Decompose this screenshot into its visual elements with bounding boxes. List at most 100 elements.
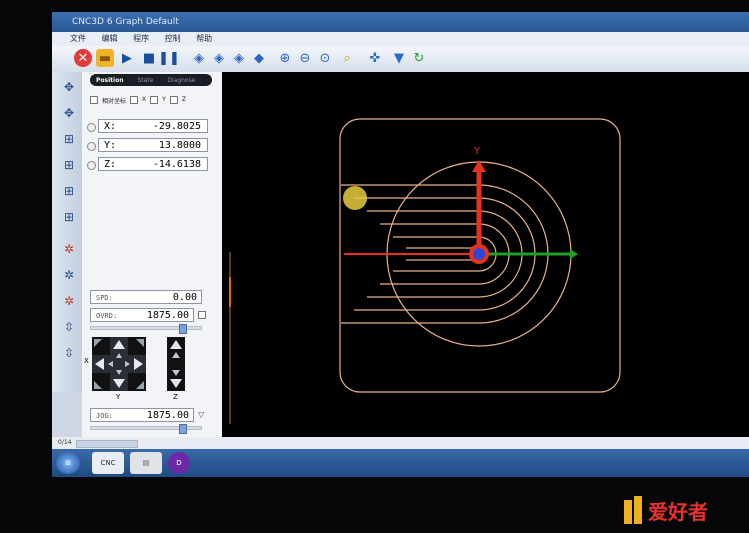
status-bar: 0/14 <box>52 437 749 449</box>
menu-bar: 文件 编辑 程序 控制 帮助 <box>52 32 749 46</box>
menu-help[interactable]: 帮助 <box>196 34 212 43</box>
ovrd-slider[interactable] <box>90 324 202 334</box>
goto-zero-icon[interactable]: ✲ <box>60 240 78 258</box>
view-iso-icon[interactable]: ◆ <box>250 49 268 67</box>
home-xy-icon[interactable]: ✥ <box>60 104 78 122</box>
zero-y-icon[interactable]: ⊞ <box>60 156 78 174</box>
z-check-label: Z <box>181 96 186 103</box>
x-coordinate-field[interactable]: X: -29.8025 <box>98 119 208 133</box>
axis-checkboxes: 相对坐标 X Y Z <box>90 96 186 105</box>
window-titlebar[interactable]: CNC3D 6 Graph Default <box>52 12 749 32</box>
jog-x-label: X <box>84 357 89 365</box>
spd-label: SPD: <box>96 294 113 302</box>
z-checkbox[interactable] <box>169 96 178 104</box>
z-label: Z: <box>104 159 117 170</box>
y-axis-label: Y <box>473 146 481 157</box>
zero-x-icon[interactable]: ⊞ <box>60 130 78 148</box>
pause-icon[interactable]: ❚❚ <box>158 49 180 67</box>
stop-square-icon[interactable]: ■ <box>140 49 158 67</box>
jog-slider[interactable] <box>90 424 202 434</box>
panel-tabs: Position State Diagnose <box>90 74 212 86</box>
zoom-fit-icon[interactable]: ⊙ <box>316 49 334 67</box>
stop-icon[interactable]: ✕ <box>74 49 92 67</box>
tab-diagnose[interactable]: Diagnose <box>167 77 195 84</box>
media-taskbar-icon[interactable]: D <box>168 452 190 474</box>
goto-z-icon[interactable]: ✲ <box>60 292 78 310</box>
jog-dropdown-icon[interactable]: ▽ <box>198 410 204 419</box>
tab-position[interactable]: Position <box>96 77 123 84</box>
tool-position-icon <box>473 248 485 260</box>
probe-z-icon[interactable]: ⇳ <box>60 344 78 362</box>
view-side-icon[interactable]: ◈ <box>230 49 248 67</box>
spd-value: 0.00 <box>172 292 197 303</box>
zoom-in-icon[interactable]: ⊕ <box>276 49 294 67</box>
y-radio[interactable] <box>87 142 96 151</box>
x-label: X: <box>104 121 117 132</box>
status-left: 0/14 <box>58 439 72 446</box>
relative-checkbox[interactable] <box>90 96 98 104</box>
toolpath-canvas[interactable]: Y <box>222 72 749 437</box>
zoom-out-icon[interactable]: ⊖ <box>296 49 314 67</box>
ovrd-label: OVRD: <box>96 312 118 320</box>
x-radio[interactable] <box>87 123 96 132</box>
x-checkbox[interactable] <box>130 96 139 104</box>
watermark-logo: 爱好者 <box>624 496 708 524</box>
x-value: -29.8025 <box>152 121 201 132</box>
watermark-text: 爱好者 <box>648 500 708 524</box>
xy-jog-pad[interactable] <box>92 337 146 391</box>
zoom-window-icon[interactable]: ⌕ <box>338 49 356 67</box>
toolpath-view: Y <box>229 118 621 424</box>
y-label: Y: <box>104 140 117 151</box>
jog-slider-thumb[interactable] <box>179 424 187 434</box>
spd-field[interactable]: SPD: 0.00 <box>90 290 202 304</box>
probe-icon[interactable]: ✜ <box>366 49 384 67</box>
zero-z-icon[interactable]: ⊞ <box>60 182 78 200</box>
z-radio[interactable] <box>87 161 96 170</box>
jog-label: JOG: <box>96 412 113 420</box>
view-top-icon[interactable]: ◈ <box>190 49 208 67</box>
ovrd-slider-thumb[interactable] <box>179 324 187 334</box>
z-coordinate-field[interactable]: Z: -14.6138 <box>98 157 208 171</box>
goto-xy-icon[interactable]: ✲ <box>60 266 78 284</box>
y-check-label: Y <box>162 96 166 103</box>
menu-file[interactable]: 文件 <box>70 34 86 43</box>
ovrd-checkbox[interactable] <box>198 311 206 319</box>
reset-icon[interactable]: ↻ <box>410 49 428 67</box>
menu-control[interactable]: 控制 <box>165 34 181 43</box>
ovrd-value: 1875.00 <box>146 310 189 321</box>
start-orb-icon[interactable]: ⊞ <box>56 452 80 474</box>
jog-z-label: Z <box>173 393 178 401</box>
safe-z-icon[interactable]: ⇳ <box>60 318 78 336</box>
tool-icon[interactable]: ▼ <box>390 49 408 67</box>
jog-field[interactable]: JOG: 1875.00 <box>90 408 194 422</box>
status-progress <box>76 440 138 448</box>
open-folder-icon[interactable]: ▬ <box>96 49 114 67</box>
jog-value: 1875.00 <box>146 410 189 421</box>
left-tool-sidebar: ✥ ✥ ⊞ ⊞ ⊞ ⊞ ✲ ✲ ✲ ⇳ ⇳ <box>52 72 83 392</box>
desktop-screen: CNC3D 6 Graph Default 文件 编辑 程序 控制 帮助 ✕ ▬… <box>52 12 749 477</box>
relative-label: 相对坐标 <box>102 98 127 105</box>
cnc3d-taskbar-icon[interactable]: CNC <box>92 452 124 474</box>
play-icon[interactable]: ▶ <box>118 49 136 67</box>
home-all-icon[interactable]: ✥ <box>60 78 78 96</box>
explorer-taskbar-icon[interactable]: ▤ <box>130 452 162 474</box>
taskbar: ⊞ CNC ▤ D <box>52 449 749 477</box>
menu-program[interactable]: 程序 <box>133 34 149 43</box>
ovrd-field[interactable]: OVRD: 1875.00 <box>90 308 194 322</box>
z-jog-pad[interactable] <box>167 337 185 391</box>
position-panel: Position State Diagnose 相对坐标 X Y Z X: -2… <box>82 72 222 437</box>
y-coordinate-field[interactable]: Y: 13.8000 <box>98 138 208 152</box>
menu-edit[interactable]: 编辑 <box>102 34 118 43</box>
x-axis-arrowhead <box>570 249 578 259</box>
z-value: -14.6138 <box>152 159 201 170</box>
y-checkbox[interactable] <box>150 96 159 104</box>
x-check-label: X <box>142 96 147 103</box>
toolbar: ✕ ▬ ▶ ■ ❚❚ ◈ ◈ ◈ ◆ ⊕ ⊖ ⊙ ⌕ ✜ ▼ ↻ <box>52 46 749 73</box>
tab-state[interactable]: State <box>137 77 153 84</box>
window-title: CNC3D 6 Graph Default <box>72 17 179 27</box>
y-value: 13.8000 <box>158 140 201 151</box>
zero-all-icon[interactable]: ⊞ <box>60 208 78 226</box>
view-front-icon[interactable]: ◈ <box>210 49 228 67</box>
jog-y-label: Y <box>116 393 121 401</box>
cursor-highlight <box>343 186 367 210</box>
